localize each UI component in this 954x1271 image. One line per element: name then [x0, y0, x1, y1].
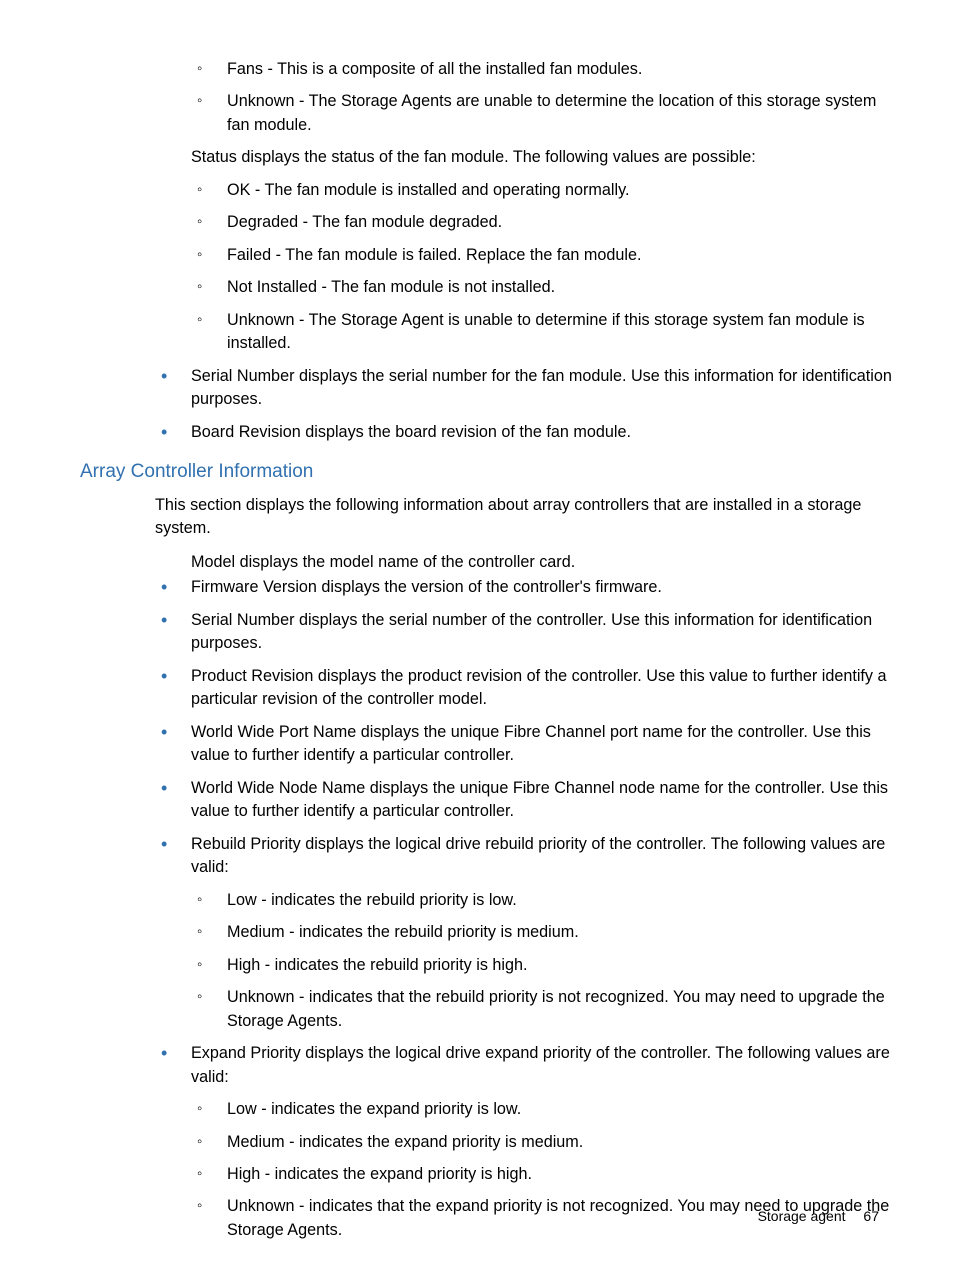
page-content: Fans - This is a composite of all the in… — [0, 0, 954, 1242]
page-footer: Storage agent 67 — [758, 1206, 879, 1226]
section-intro: This section displays the following info… — [155, 494, 894, 541]
status-intro-text: Status displays the status of the fan mo… — [191, 148, 756, 166]
list-item: Failed - The fan module is failed. Repla… — [191, 244, 894, 267]
list-item: Firmware Version displays the version of… — [155, 576, 894, 599]
rebuild-intro-text: Rebuild Priority displays the logical dr… — [191, 835, 885, 876]
list-item: High - indicates the rebuild priority is… — [191, 954, 894, 977]
list-item: Fans - This is a composite of all the in… — [155, 58, 894, 137]
list-item: World Wide Port Name displays the unique… — [155, 721, 894, 768]
list-item: OK - The fan module is installed and ope… — [191, 179, 894, 202]
list-item: World Wide Node Name displays the unique… — [155, 777, 894, 824]
expand-intro-text: Expand Priority displays the logical dri… — [191, 1044, 890, 1085]
list-item: Not Installed - The fan module is not in… — [191, 276, 894, 299]
serial-item: Serial Number displays the serial number… — [155, 365, 894, 412]
list-item: Medium - indicates the expand priority i… — [191, 1131, 894, 1154]
list-item: Degraded - The fan module degraded. — [191, 211, 894, 234]
footer-page-number: 67 — [863, 1208, 879, 1224]
list-item: Model displays the model name of the con… — [155, 551, 894, 574]
fan-module-list-cont: Status displays the status of the fan mo… — [155, 146, 894, 444]
footer-label: Storage agent — [758, 1208, 846, 1224]
rebuild-item: Rebuild Priority displays the logical dr… — [155, 833, 894, 1033]
list-item: Unknown - The Storage Agent is unable to… — [191, 309, 894, 356]
status-item: Status displays the status of the fan mo… — [155, 146, 894, 355]
location-values-list: Fans - This is a composite of all the in… — [191, 58, 894, 137]
list-item: Serial Number displays the serial number… — [155, 609, 894, 656]
list-item: Unknown - The Storage Agents are unable … — [191, 90, 894, 137]
list-item: High - indicates the expand priority is … — [191, 1163, 894, 1186]
list-item: Low - indicates the rebuild priority is … — [191, 889, 894, 912]
list-item: Low - indicates the expand priority is l… — [191, 1098, 894, 1121]
fan-module-list: Fans - This is a composite of all the in… — [155, 58, 894, 137]
status-values-list: OK - The fan module is installed and ope… — [191, 179, 894, 356]
section-heading: Array Controller Information — [80, 458, 894, 486]
board-item: Board Revision displays the board revisi… — [155, 421, 894, 444]
list-item: Product Revision displays the product re… — [155, 665, 894, 712]
list-item: Unknown - indicates that the rebuild pri… — [191, 986, 894, 1033]
list-item: Fans - This is a composite of all the in… — [191, 58, 894, 81]
controller-info-list: Model displays the model name of the con… — [155, 551, 894, 1243]
rebuild-values-list: Low - indicates the rebuild priority is … — [191, 889, 894, 1033]
list-item: Medium - indicates the rebuild priority … — [191, 921, 894, 944]
